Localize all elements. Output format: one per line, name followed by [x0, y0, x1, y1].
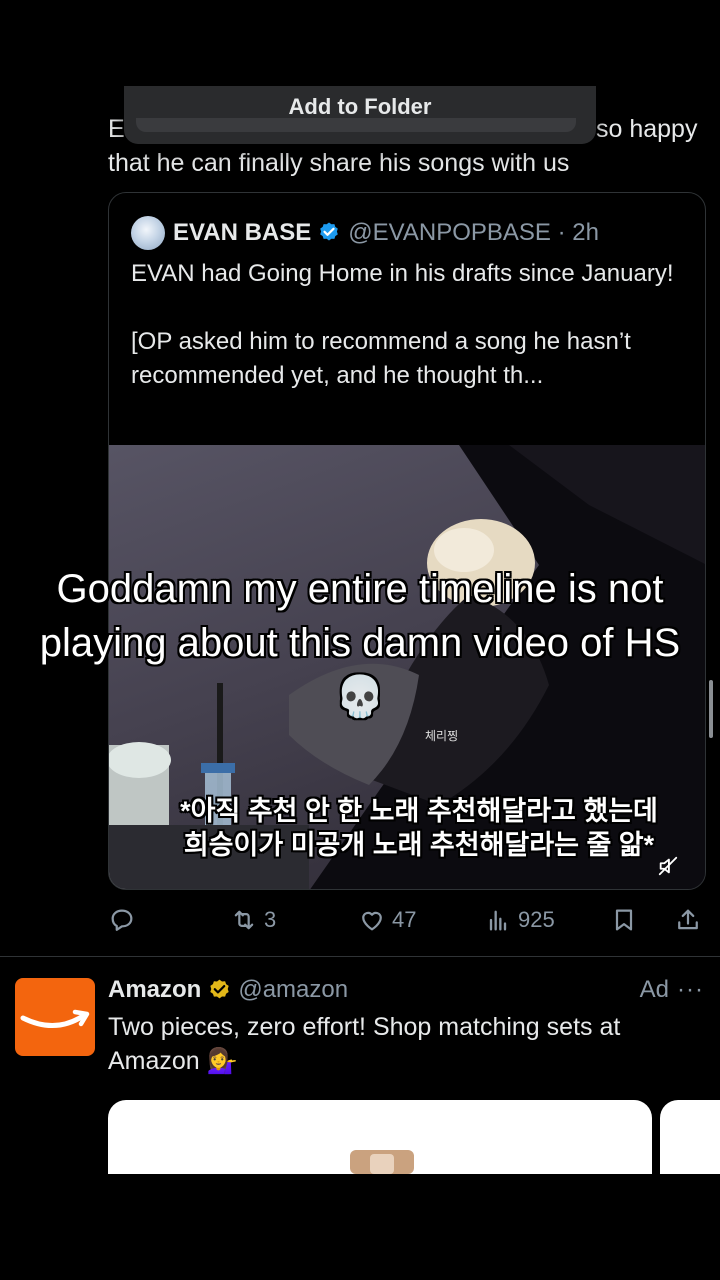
- like-button[interactable]: 47: [358, 900, 416, 940]
- retweet-count: 3: [264, 907, 277, 932]
- quote-text-paragraph: EVAN had Going Home in his drafts since …: [131, 260, 674, 287]
- quote-author-name[interactable]: EVAN BASE: [173, 219, 311, 247]
- ad-media-card[interactable]: [108, 1100, 652, 1174]
- retweet-icon: [234, 910, 254, 930]
- verified-icon: [320, 222, 339, 241]
- ad-author-handle[interactable]: @amazon: [238, 976, 348, 1004]
- retweet-button[interactable]: 3: [230, 900, 276, 940]
- menu-backdrop: [136, 118, 576, 132]
- quote-header: EVAN BASE @EVANPOPBASE · 2h: [131, 215, 599, 251]
- avatar[interactable]: [131, 216, 165, 250]
- reply-button[interactable]: [108, 900, 136, 940]
- quote-author-handle[interactable]: @EVANPOPBASE · 2h: [348, 219, 599, 247]
- like-icon: [362, 911, 382, 931]
- quote-text: EVAN had Going Home in his drafts since …: [131, 257, 691, 393]
- amazon-logo: [20, 1009, 90, 1029]
- views-icon: [489, 910, 507, 931]
- reply-icon: [111, 909, 133, 931]
- menu-item-add-to-folder[interactable]: Add to Folder: [124, 94, 596, 120]
- context-menu-popup[interactable]: Add to Folder: [124, 86, 596, 144]
- bookmark-icon: [615, 909, 633, 931]
- quote-text-paragraph: [OP asked him to recommend a song he has…: [131, 328, 631, 389]
- ad-product-image: [350, 1150, 414, 1174]
- bookmark-button[interactable]: [610, 900, 638, 940]
- tweet-divider: [0, 956, 720, 957]
- share-icon: [678, 909, 698, 930]
- video-watermark: 체리찡: [425, 729, 459, 743]
- views-count: 925: [518, 907, 555, 932]
- gold-verified-icon: [210, 979, 230, 998]
- views-button[interactable]: 925: [484, 900, 555, 940]
- mute-icon[interactable]: [657, 855, 679, 877]
- tweet-text-line: that he can finally share his songs with…: [108, 149, 570, 177]
- tweet-actions: 3 47 925: [108, 900, 708, 940]
- ad-label: Ad ···: [640, 972, 704, 1008]
- video-subtitle-line: 희승이가 미공개 노래 추천해달라는 줄 앎*: [183, 830, 655, 860]
- ad-media-card-next[interactable]: [660, 1100, 720, 1174]
- avatar[interactable]: [15, 978, 95, 1056]
- like-count: 47: [392, 907, 417, 932]
- ad-author-name[interactable]: Amazon: [108, 976, 201, 1004]
- quote-tweet-card[interactable]: EVAN BASE @EVANPOPBASE · 2h EVAN had Goi…: [108, 192, 706, 890]
- scrollbar[interactable]: [709, 680, 713, 738]
- ad-badge: Ad: [639, 976, 670, 1003]
- share-button[interactable]: [674, 900, 702, 940]
- ad-header: Amazon @amazon Ad ···: [108, 972, 708, 1008]
- overlay-caption: Goddamn my entire timeline is not playin…: [39, 567, 681, 719]
- tweet-text-fragment-right: so happy: [596, 115, 698, 143]
- more-options-button[interactable]: ···: [677, 976, 704, 1004]
- ad-text: Two pieces, zero effort! Shop matching s…: [108, 1013, 621, 1075]
